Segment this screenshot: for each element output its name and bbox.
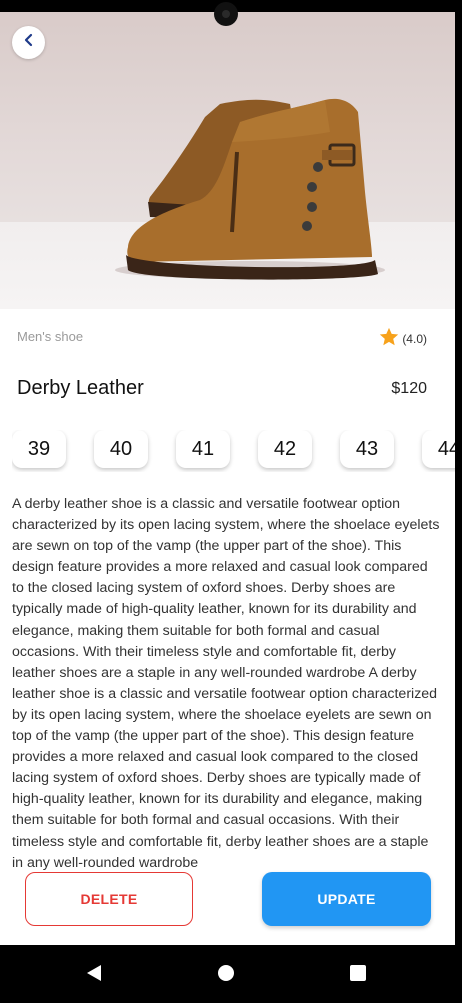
product-detail-screen: Men's shoe (4.0) Derby Leather $120 39 4… (0, 12, 455, 945)
back-button[interactable] (12, 26, 45, 59)
product-image (0, 12, 455, 309)
system-nav-bar (0, 945, 462, 1003)
chevron-left-icon (22, 33, 36, 52)
product-description: A derby leather shoe is a classic and ve… (12, 496, 440, 871)
delete-button[interactable]: DELETE (25, 872, 193, 926)
rating-value: (4.0) (402, 331, 427, 346)
product-rating: (4.0) (378, 326, 427, 351)
size-chip[interactable]: 44 (422, 430, 455, 468)
nav-recent-icon[interactable] (350, 965, 366, 981)
nav-back-icon[interactable] (86, 964, 102, 987)
front-camera (214, 2, 238, 26)
size-chip[interactable]: 41 (176, 430, 230, 468)
size-chip[interactable]: 43 (340, 430, 394, 468)
product-category: Men's shoe (17, 329, 84, 344)
star-icon (378, 326, 400, 351)
product-price: $120 (391, 380, 427, 397)
nav-home-icon[interactable] (218, 965, 234, 981)
size-chip[interactable]: 42 (258, 430, 312, 468)
update-button[interactable]: UPDATE (262, 872, 431, 926)
boot-illustration (115, 98, 385, 280)
size-chip[interactable]: 40 (94, 430, 148, 468)
product-name: Derby Leather (17, 377, 144, 399)
size-selector: 39 40 41 42 43 44 (12, 430, 455, 472)
size-chip[interactable]: 39 (12, 430, 66, 468)
